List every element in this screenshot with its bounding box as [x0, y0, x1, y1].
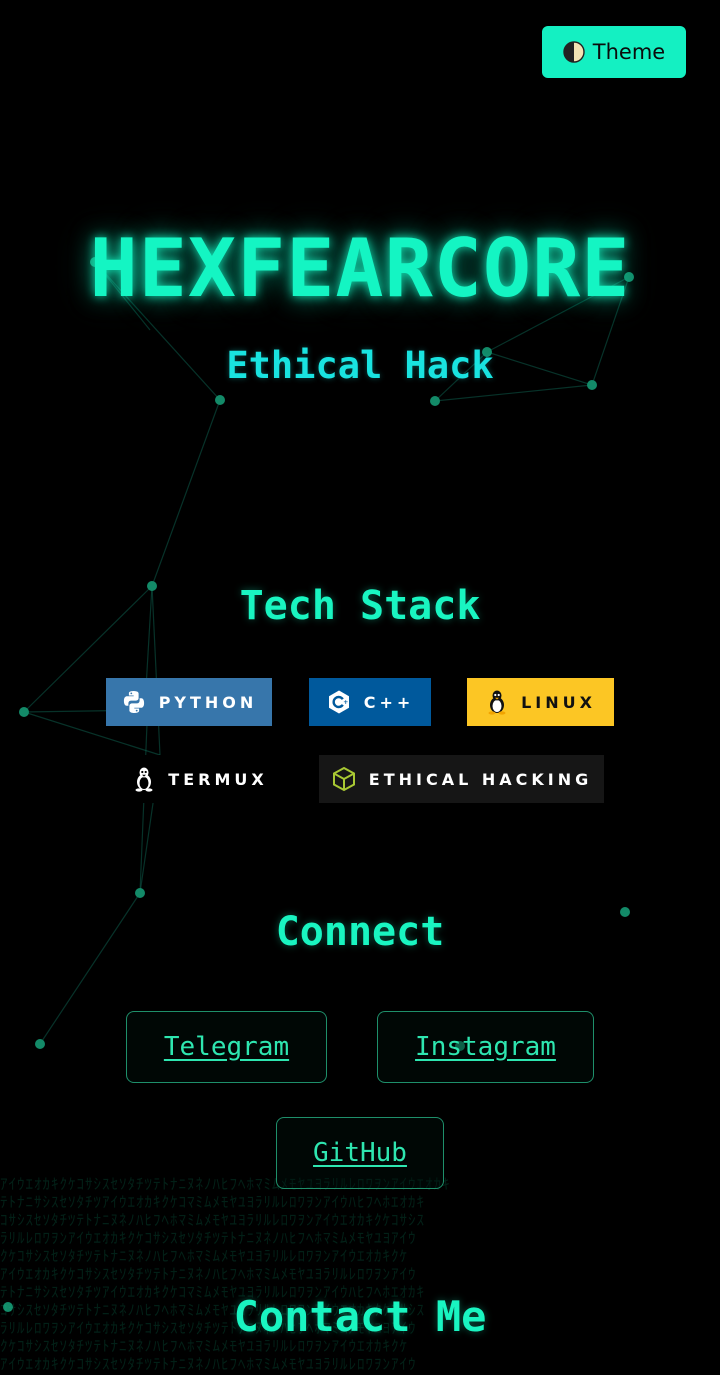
badge-label: C++ — [363, 692, 415, 712]
github-link-button[interactable]: GitHub — [276, 1117, 444, 1189]
cube-icon — [332, 766, 355, 792]
badge-termux: TERMUX — [120, 755, 280, 803]
telegram-link-button[interactable]: Telegram — [126, 1011, 327, 1083]
badge-label: PYTHON — [158, 692, 258, 712]
linux-tux-icon — [135, 767, 153, 792]
linux-tux-icon — [488, 690, 506, 715]
telegram-link-label: Telegram — [163, 1032, 290, 1062]
badge-cplusplus: + C++ — [309, 678, 431, 726]
theme-toggle-label: Theme — [592, 40, 666, 64]
instagram-link-button[interactable]: Instagram — [377, 1011, 594, 1083]
contact-heading: Contact Me — [233, 1292, 487, 1341]
half-moon-icon — [563, 41, 585, 63]
badge-label: LINUX — [521, 692, 596, 712]
cplusplus-icon: + — [328, 690, 352, 714]
badge-python: PYTHON — [106, 678, 272, 726]
github-link-label: GitHub — [313, 1138, 407, 1168]
tech-stack-heading: Tech Stack — [239, 583, 481, 629]
theme-toggle-button[interactable]: Theme — [542, 26, 686, 78]
svg-text:+: + — [343, 699, 352, 706]
badge-linux: LINUX — [467, 678, 614, 726]
hero-subtitle: Ethical Hack — [226, 344, 494, 387]
connect-heading: Connect — [275, 909, 445, 955]
badge-label: TERMUX — [168, 769, 268, 789]
instagram-link-label: Instagram — [415, 1032, 556, 1062]
badge-ethical-hacking: ETHICAL HACKING — [319, 755, 604, 803]
badge-label: ETHICAL HACKING — [368, 769, 593, 789]
python-icon — [123, 691, 144, 713]
hero-title: HEXFEARCORE — [89, 222, 631, 315]
matrix-rain-background: ｱｲｳｴｵｶｷｸｹｺｻｼｽｾｿﾀﾁﾂﾃﾄﾅﾆﾇﾈﾉﾊﾋﾌﾍﾎﾏﾐﾑﾒﾓﾔﾕﾖﾗﾘ… — [0, 1175, 451, 1373]
